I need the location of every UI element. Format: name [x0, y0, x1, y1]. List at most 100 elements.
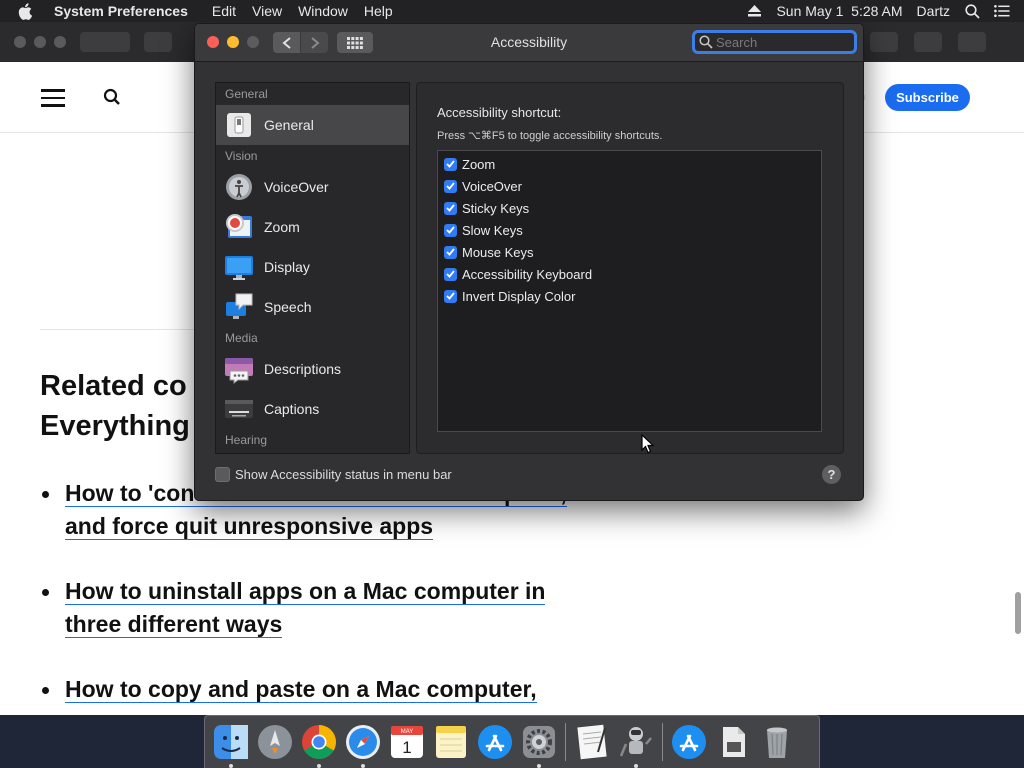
shortcut-title: Accessibility shortcut:: [437, 105, 562, 120]
dock-downloads-app-store[interactable]: [669, 722, 709, 762]
browser-tabs-button[interactable]: [958, 32, 986, 52]
sidebar-item-display[interactable]: Display: [216, 247, 409, 287]
sidebar-group-general: General: [225, 87, 268, 101]
shortcut-mouse-keys[interactable]: Mouse Keys: [438, 241, 821, 263]
sidebar-item-label: Display: [264, 259, 310, 275]
dock-separator: [565, 723, 566, 761]
dock-notes[interactable]: [431, 722, 471, 762]
checkbox-checked-icon[interactable]: [444, 157, 457, 171]
shortcut-invert-display-color[interactable]: Invert Display Color: [438, 285, 821, 307]
hamburger-menu-icon[interactable]: [41, 89, 65, 107]
window-zoom-button[interactable]: [247, 36, 259, 48]
dock-safari[interactable]: [343, 722, 383, 768]
dock-document[interactable]: [713, 722, 753, 762]
accessibility-window: Accessibility General General Vision Voi…: [194, 23, 864, 501]
eject-icon[interactable]: [746, 3, 762, 19]
calendar-icon: MAY 1: [391, 726, 423, 758]
notification-center-icon[interactable]: [994, 3, 1010, 19]
menubar-user[interactable]: Dartz: [917, 3, 950, 19]
list-item: How to copy and paste on a Mac computer,: [40, 673, 600, 706]
system-preferences-icon: [523, 726, 555, 758]
menubar-clock[interactable]: Sun May 1 5:28 AM: [776, 3, 902, 19]
related-link-uninstall-apps[interactable]: How to uninstall apps on a Mac computer …: [65, 578, 546, 638]
dock-finder[interactable]: [211, 722, 251, 768]
checkbox-checked-icon[interactable]: [444, 267, 457, 281]
help-button[interactable]: ?: [822, 465, 841, 484]
shortcut-zoom[interactable]: Zoom: [438, 153, 821, 175]
menu-window[interactable]: Window: [290, 3, 356, 19]
show-status-checkbox-row[interactable]: Show Accessibility status in menu bar: [215, 465, 452, 483]
checkbox-checked-icon[interactable]: [444, 289, 457, 303]
site-search-icon[interactable]: [103, 88, 121, 106]
shortcut-label: Zoom: [462, 156, 496, 172]
automator-icon: [619, 727, 652, 757]
forward-button[interactable]: [301, 32, 328, 53]
mouse-pointer-icon: [641, 434, 655, 454]
dock-system-preferences[interactable]: [519, 722, 559, 768]
calendar-month: MAY: [401, 729, 414, 735]
dock-separator: [662, 723, 663, 761]
sidebar-item-zoom[interactable]: Zoom: [216, 207, 409, 247]
browser-share-button[interactable]: [914, 32, 942, 52]
dock-chrome[interactable]: [299, 722, 339, 768]
sidebar-group-hearing: Hearing: [225, 433, 268, 447]
menu-view[interactable]: View: [244, 3, 290, 19]
menu-edit[interactable]: Edit: [204, 3, 244, 19]
browser-minimize-button[interactable]: [34, 36, 46, 48]
shortcut-label: Accessibility Keyboard: [462, 266, 593, 282]
browser-close-button[interactable]: [14, 36, 26, 48]
app-store-folder-icon: [672, 725, 706, 759]
browser-sidebar-button[interactable]: [144, 32, 172, 52]
search-input[interactable]: [716, 34, 836, 50]
dock-textedit[interactable]: [572, 722, 612, 762]
checkbox-checked-icon[interactable]: [444, 179, 457, 193]
browser-downloads-button[interactable]: [870, 32, 898, 52]
checkbox-checked-icon[interactable]: [444, 201, 457, 215]
sidebar-item-captions[interactable]: Captions: [216, 389, 409, 429]
shortcut-accessibility-keyboard[interactable]: Accessibility Keyboard: [438, 263, 821, 285]
checkbox-checked-icon[interactable]: [444, 223, 457, 237]
shortcut-label: Sticky Keys: [462, 200, 530, 216]
textedit-icon: [577, 724, 607, 760]
shortcut-voiceover[interactable]: VoiceOver: [438, 175, 821, 197]
search-field[interactable]: [692, 30, 857, 54]
show-all-button[interactable]: [337, 32, 373, 53]
back-button[interactable]: [273, 32, 300, 53]
menu-app-name[interactable]: System Preferences: [54, 3, 196, 19]
dock-app-store[interactable]: [475, 722, 515, 762]
browser-zoom-button[interactable]: [54, 36, 66, 48]
search-icon: [699, 35, 713, 49]
window-close-button[interactable]: [207, 36, 219, 48]
sidebar-item-label: General: [264, 117, 314, 133]
shortcut-list: Zoom VoiceOver Sticky Keys Slow Keys Mou…: [437, 150, 822, 432]
dock-launchpad[interactable]: [255, 722, 295, 762]
chevron-right-icon: [310, 36, 320, 49]
shortcut-slow-keys[interactable]: Slow Keys: [438, 219, 821, 241]
dock-automator[interactable]: [616, 722, 656, 768]
sidebar-item-descriptions[interactable]: Descriptions: [216, 349, 409, 389]
spotlight-icon[interactable]: [964, 3, 980, 19]
checkbox-unchecked-icon[interactable]: [215, 466, 230, 482]
browser-scrollbar[interactable]: [1015, 592, 1021, 634]
menu-help[interactable]: Help: [356, 3, 401, 19]
trash-icon: [767, 727, 787, 758]
chrome-icon: [302, 725, 336, 759]
apple-menu-icon[interactable]: [18, 1, 38, 21]
dock-trash[interactable]: [757, 722, 797, 762]
dock-calendar[interactable]: MAY 1: [387, 722, 427, 762]
sidebar-item-speech[interactable]: Speech: [216, 287, 409, 327]
zoom-icon: [224, 212, 254, 242]
checkbox-checked-icon[interactable]: [444, 245, 457, 259]
sidebar-item-label: Speech: [264, 299, 312, 315]
subscribe-button[interactable]: Subscribe: [885, 84, 970, 111]
related-link-copy-paste[interactable]: How to copy and paste on a Mac computer,: [65, 676, 537, 703]
sidebar-item-general[interactable]: General: [216, 105, 409, 145]
sidebar-item-voiceover[interactable]: VoiceOver: [216, 167, 409, 207]
window-minimize-button[interactable]: [227, 36, 239, 48]
shortcut-label: VoiceOver: [462, 178, 522, 194]
switch-icon: [224, 110, 254, 140]
browser-back-forward[interactable]: [80, 32, 130, 52]
shortcut-label: Slow Keys: [462, 222, 523, 238]
shortcut-sticky-keys[interactable]: Sticky Keys: [438, 197, 821, 219]
category-sidebar: General General Vision VoiceOver Zoom Di…: [215, 82, 410, 454]
